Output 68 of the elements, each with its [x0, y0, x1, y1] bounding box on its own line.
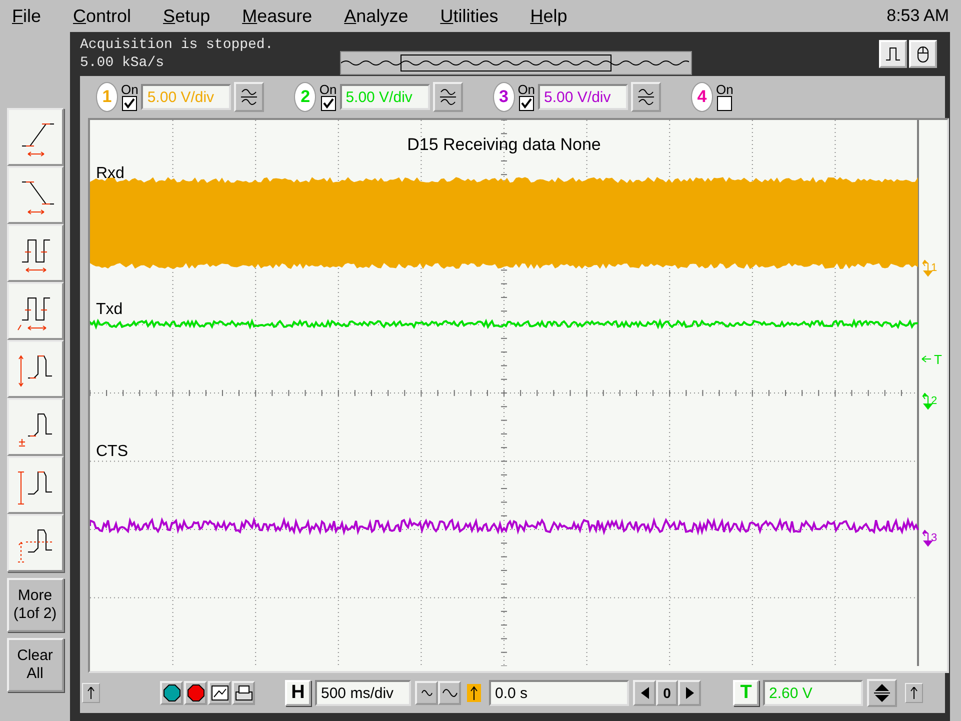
pulse-mode-button[interactable] — [879, 40, 907, 68]
right-arrow-icon — [686, 687, 694, 699]
scroll-up-button[interactable] — [905, 683, 923, 703]
trigger-level-spinner[interactable] — [867, 679, 897, 707]
trace-label: CTS — [96, 443, 128, 460]
delay-right-button[interactable] — [678, 680, 701, 706]
coarse-scale-button[interactable] — [438, 681, 461, 705]
menu-item[interactable]: Utilities — [440, 6, 498, 26]
clock: 8:53 AM — [886, 6, 949, 26]
scale-spinner[interactable] — [631, 82, 662, 112]
channel-on-label: On — [121, 83, 138, 96]
time-scale-field[interactable]: 500 ms/div — [315, 680, 411, 706]
channel-checkbox[interactable] — [717, 96, 732, 111]
scroll-up-button[interactable] — [82, 683, 100, 703]
trace-label: Rxd — [96, 165, 124, 182]
plot-title: D15 Receiving data None — [407, 135, 601, 154]
channel-checkbox[interactable] — [320, 96, 336, 111]
delay-field[interactable]: 0.0 s — [489, 680, 629, 706]
pulse-icon — [885, 46, 901, 62]
menu-item[interactable]: File — [12, 6, 42, 26]
channel-on-label: On — [518, 83, 536, 96]
sidebar-button[interactable]: More (1of 2) — [6, 578, 64, 632]
left-arrow-icon — [640, 687, 648, 699]
delay-reference-button[interactable]: 0 — [656, 680, 678, 706]
up-arrow-icon — [910, 687, 918, 699]
wave-icon — [438, 86, 458, 108]
menu-item[interactable]: Measure — [242, 6, 312, 26]
stop-button[interactable] — [184, 681, 207, 705]
screen-icon — [210, 685, 228, 701]
wave-icon — [239, 86, 260, 108]
printer-icon — [234, 684, 252, 702]
delay-left-button[interactable] — [633, 680, 656, 706]
measurement-button[interactable] — [6, 224, 64, 282]
channel-number[interactable]: 3 — [492, 82, 515, 112]
menu-item[interactable]: Help — [530, 6, 568, 26]
run-button[interactable] — [160, 681, 183, 705]
print-button[interactable] — [232, 681, 255, 705]
wave-icon — [420, 687, 432, 699]
fine-scale-button[interactable] — [415, 681, 438, 705]
up-arrow-icon — [87, 687, 95, 699]
check-icon — [322, 98, 334, 109]
wave-icon — [442, 686, 458, 700]
check-icon — [520, 98, 532, 109]
autoscale-button[interactable] — [208, 681, 231, 705]
menu-item[interactable]: Control — [73, 6, 132, 26]
channel-checkbox[interactable] — [122, 96, 138, 111]
menu-item[interactable]: Setup — [163, 6, 210, 26]
horizontal-button[interactable]: H — [285, 680, 311, 706]
menu-item[interactable]: Analyze — [344, 6, 408, 26]
wave-icon — [636, 86, 656, 108]
scale-spinner[interactable] — [432, 82, 463, 112]
channel-checkbox[interactable] — [518, 96, 534, 111]
octagon-icon — [186, 684, 204, 702]
mouse-mode-button[interactable] — [909, 40, 937, 68]
check-icon — [124, 98, 136, 109]
trace-label: Txd — [96, 301, 123, 318]
channel-on-label: On — [319, 83, 337, 96]
acquisition-status: Acquisition is stopped. 5.00 kSa/s — [80, 36, 274, 72]
trigger-reference-icon — [467, 684, 481, 702]
up-down-arrows-icon — [873, 683, 891, 703]
volts-per-div-field[interactable]: 5.00 V/div — [538, 84, 628, 110]
mouse-icon — [916, 45, 930, 63]
scale-spinner[interactable] — [234, 82, 264, 112]
measurement-button[interactable] — [6, 282, 64, 340]
channel-on-label: On — [716, 83, 734, 96]
channel-number[interactable]: 4 — [691, 82, 714, 112]
octagon-icon — [162, 684, 180, 702]
sidebar-button[interactable]: Clear All — [6, 638, 64, 692]
